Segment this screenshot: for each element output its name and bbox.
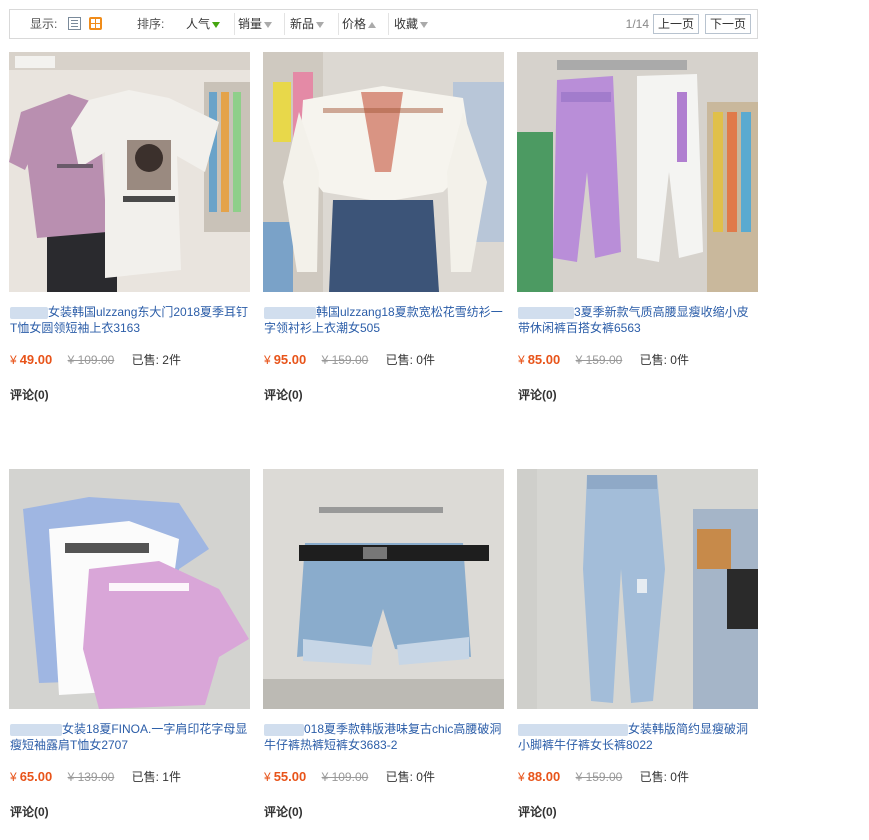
sort-new-label: 新品	[290, 17, 315, 31]
original-price: ¥ 109.00	[67, 353, 115, 367]
product-image[interactable]	[263, 52, 504, 292]
arrow-down-icon	[420, 21, 429, 28]
sort-popularity-button[interactable]: 人气	[182, 13, 235, 35]
product-image[interactable]	[517, 469, 758, 709]
original-price: ¥ 159.00	[575, 353, 623, 367]
page-indicator: 1/14	[625, 17, 649, 31]
blurred-text	[264, 723, 304, 736]
original-price: ¥ 109.00	[321, 770, 369, 784]
currency-symbol: ¥	[518, 770, 525, 784]
sort-sales-label: 销量	[238, 17, 263, 31]
arrow-down-icon	[316, 21, 325, 28]
price-row: ¥88.00 ¥ 159.00 已售: 0件	[518, 769, 689, 785]
comments-link[interactable]: 评论(0)	[518, 386, 557, 403]
comments-link[interactable]: 评论(0)	[10, 803, 49, 820]
currency-symbol: ¥	[264, 770, 271, 784]
grid-view-icon[interactable]	[89, 17, 102, 30]
comments-link[interactable]: 评论(0)	[10, 386, 49, 403]
arrow-down-icon	[212, 21, 221, 28]
price-value: 55.00	[273, 769, 307, 784]
original-price: ¥ 139.00	[67, 770, 115, 784]
sold-count: 已售: 2件	[131, 353, 181, 367]
price: ¥55.00	[264, 769, 306, 784]
price-row: ¥55.00 ¥ 109.00 已售: 0件	[264, 769, 435, 785]
sort-sales-button[interactable]: 销量	[234, 13, 285, 35]
display-label: 显示:	[30, 17, 58, 31]
comments-link[interactable]: 评论(0)	[264, 803, 303, 820]
price-row: ¥95.00 ¥ 159.00 已售: 0件	[264, 352, 435, 368]
product-title-link[interactable]: 女装18夏FINOA.一字肩印花字母显瘦短袖露肩T恤女2707	[10, 721, 250, 753]
currency-symbol: ¥	[10, 353, 17, 367]
product-image[interactable]	[9, 52, 250, 292]
next-page-button[interactable]: 下一页	[705, 14, 751, 34]
sold-count: 已售: 0件	[385, 353, 435, 367]
sort-popularity-label: 人气	[186, 17, 211, 31]
blurred-text	[264, 306, 316, 319]
currency-symbol: ¥	[518, 353, 525, 367]
sort-price-label: 价格	[342, 17, 367, 31]
sort-price-button[interactable]: 价格	[338, 13, 389, 35]
currency-symbol: ¥	[264, 353, 271, 367]
product-title-link[interactable]: 3夏季新款气质高腰显瘦收缩小皮带休闲裤百搭女裤6563	[518, 304, 758, 336]
price-value: 49.00	[19, 352, 53, 367]
sort-new-button[interactable]: 新品	[286, 13, 339, 35]
price-row: ¥49.00 ¥ 109.00 已售: 2件	[10, 352, 181, 368]
blurred-text	[518, 723, 628, 736]
price-value: 95.00	[273, 352, 307, 367]
price-row: ¥65.00 ¥ 139.00 已售: 1件	[10, 769, 181, 785]
prev-page-button[interactable]: 上一页	[653, 14, 699, 34]
sold-count: 已售: 0件	[639, 353, 689, 367]
price-value: 85.00	[527, 352, 561, 367]
blurred-text	[10, 723, 62, 736]
product-title-link[interactable]: 韩国ulzzang18夏款宽松花雪纺衫一字领衬衫上衣潮女505	[264, 304, 504, 336]
price: ¥95.00	[264, 352, 306, 367]
comments-link[interactable]: 评论(0)	[518, 803, 557, 820]
price: ¥65.00	[10, 769, 52, 784]
product-title-link[interactable]: 018夏季款韩版港味复古chic高腰破洞牛仔裤热裤短裤女3683-2	[264, 721, 504, 753]
sort-favorites-label: 收藏	[394, 17, 419, 31]
product-image[interactable]	[9, 469, 250, 709]
sold-count: 已售: 1件	[131, 770, 181, 784]
sold-count: 已售: 0件	[639, 770, 689, 784]
price: ¥85.00	[518, 352, 560, 367]
arrow-up-icon	[368, 21, 377, 28]
arrow-down-icon	[264, 21, 273, 28]
comments-link[interactable]: 评论(0)	[264, 386, 303, 403]
pager: 1/14 上一页 下一页	[601, 14, 751, 34]
list-view-icon[interactable]	[68, 17, 81, 30]
original-price: ¥ 159.00	[575, 770, 623, 784]
sort-label: 排序:	[137, 17, 165, 31]
price-row: ¥85.00 ¥ 159.00 已售: 0件	[518, 352, 689, 368]
product-image[interactable]	[263, 469, 504, 709]
blurred-text	[10, 306, 48, 319]
sort-toolbar: 显示: 排序: 人气 销量 新品 价格 收藏 1/14 上一页 下一页	[9, 9, 758, 39]
currency-symbol: ¥	[10, 770, 17, 784]
price-value: 88.00	[527, 769, 561, 784]
price-value: 65.00	[19, 769, 53, 784]
blurred-text	[518, 306, 574, 319]
original-price: ¥ 159.00	[321, 353, 369, 367]
sold-count: 已售: 0件	[385, 770, 435, 784]
product-image[interactable]	[517, 52, 758, 292]
price: ¥49.00	[10, 352, 52, 367]
price: ¥88.00	[518, 769, 560, 784]
sort-favorites-button[interactable]: 收藏	[390, 13, 440, 35]
product-title-link[interactable]: 女装韩国ulzzang东大门2018夏季耳钉T恤女圆领短袖上衣3163	[10, 304, 250, 336]
product-title-link[interactable]: 女装韩版简约显瘦破洞小脚裤牛仔裤女长裤8022	[518, 721, 758, 753]
